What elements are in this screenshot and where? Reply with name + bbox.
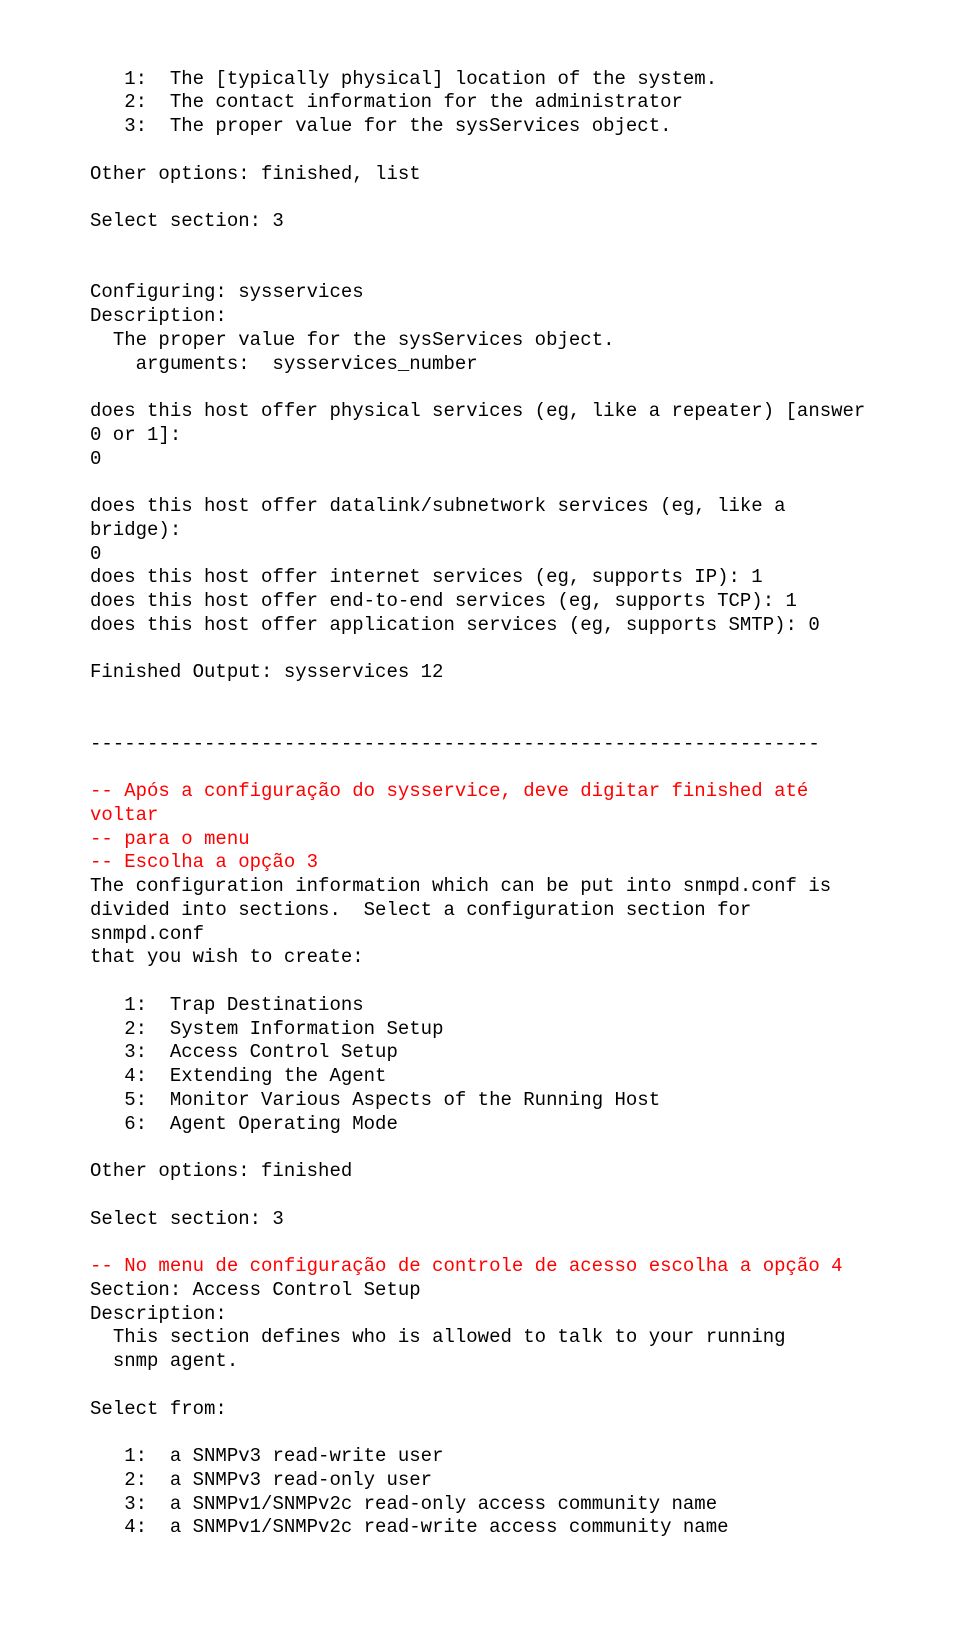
terminal-line: This section defines who is allowed to t…	[90, 1326, 786, 1348]
terminal-line: does this host offer datalink/subnetwork…	[90, 495, 797, 541]
terminal-line: Section: Access Control Setup	[90, 1279, 421, 1301]
terminal-line: arguments: sysservices_number	[90, 353, 478, 375]
terminal-line: divided into sections. Select a configur…	[90, 899, 763, 945]
comment-line: -- Após a configuração do sysservice, de…	[90, 780, 820, 826]
terminal-line: 3: a SNMPv1/SNMPv2c read-only access com…	[90, 1493, 717, 1515]
terminal-line: Finished Output: sysservices 12	[90, 661, 443, 683]
comment-line: -- Escolha a opção 3	[90, 851, 318, 873]
terminal-line: 2: System Information Setup	[90, 1018, 443, 1040]
comment-line: -- para o menu	[90, 828, 261, 850]
terminal-line: snmp agent.	[90, 1350, 238, 1372]
terminal-line: 6: Agent Operating Mode	[90, 1113, 398, 1135]
terminal-line: does this host offer end-to-end services…	[90, 590, 797, 612]
terminal-line: 0	[90, 448, 101, 470]
terminal-line: does this host offer application service…	[90, 614, 820, 636]
terminal-line: 2: a SNMPv3 read-only user	[90, 1469, 432, 1491]
terminal-line: that you wish to create:	[90, 946, 364, 968]
terminal-line: 4: Extending the Agent	[90, 1065, 386, 1087]
terminal-line: ----------------------------------------…	[90, 733, 820, 755]
terminal-line: 1: The [typically physical] location of …	[90, 68, 717, 90]
comment-line: -- No menu de configuração de controle d…	[90, 1255, 843, 1277]
terminal-line: Other options: finished, list	[90, 163, 421, 185]
terminal-line: 1: Trap Destinations	[90, 994, 364, 1016]
terminal-line: Select section: 3	[90, 210, 284, 232]
terminal-line: does this host offer physical services (…	[90, 400, 877, 446]
terminal-line: Description:	[90, 305, 227, 327]
terminal-line: Description:	[90, 1303, 227, 1325]
terminal-line: does this host offer internet services (…	[90, 566, 763, 588]
terminal-line: 1: a SNMPv3 read-write user	[90, 1445, 443, 1467]
terminal-line: 5: Monitor Various Aspects of the Runnin…	[90, 1089, 660, 1111]
terminal-line: Other options: finished	[90, 1160, 352, 1182]
document-body: 1: The [typically physical] location of …	[90, 68, 870, 1541]
terminal-line: Configuring: sysservices	[90, 281, 364, 303]
terminal-line: Select from:	[90, 1398, 227, 1420]
terminal-line: 2: The contact information for the admin…	[90, 91, 683, 113]
terminal-line: 0	[90, 543, 101, 565]
terminal-line: 3: Access Control Setup	[90, 1041, 398, 1063]
terminal-line: The configuration information which can …	[90, 875, 831, 897]
terminal-line: Select section: 3	[90, 1208, 284, 1230]
terminal-line: 3: The proper value for the sysServices …	[90, 115, 672, 137]
terminal-line: The proper value for the sysServices obj…	[90, 329, 615, 351]
terminal-line: 4: a SNMPv1/SNMPv2c read-write access co…	[90, 1516, 729, 1538]
